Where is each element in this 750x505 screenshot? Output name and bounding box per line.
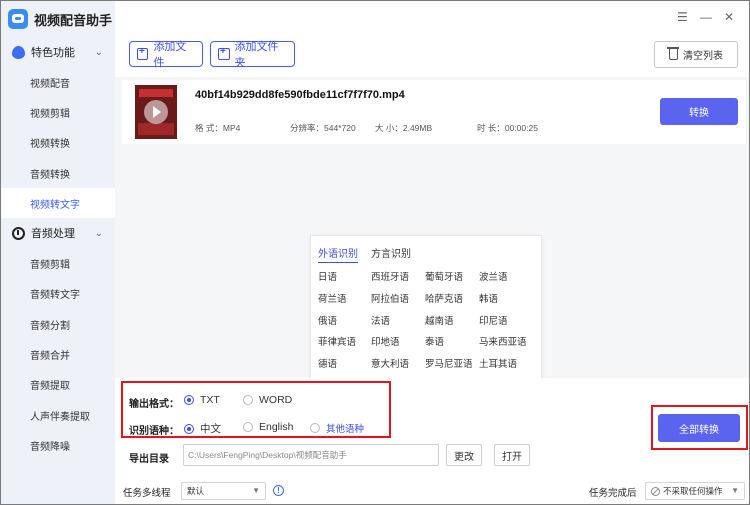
sidebar-item-video-dubbing[interactable]: 视频配音	[1, 67, 115, 97]
sidebar-item-audio-convert[interactable]: 音频转换	[1, 158, 115, 188]
language-option[interactable]: 法语	[371, 313, 390, 327]
file-name: 40bf14b929dd8fe590fbde11cf7f7f70.mp4	[195, 89, 405, 101]
open-dir-button[interactable]: 打开	[494, 444, 530, 466]
language-option[interactable]: 意大利语	[371, 356, 409, 370]
output-format-label: 输出格式：	[129, 399, 179, 410]
nav-group-audio[interactable]: 音频处理 ⌄	[1, 218, 115, 248]
file-format: 格 式：MP4	[195, 123, 241, 133]
add-file-button[interactable]: 添加文件	[129, 41, 203, 69]
export-dir-label: 导出目录	[129, 454, 169, 465]
radio-unchecked-icon	[310, 423, 320, 433]
language-option[interactable]: 印尼语	[479, 313, 508, 327]
radio-label: English	[259, 421, 294, 433]
after-task-label: 任务完成后	[589, 488, 637, 499]
language-option[interactable]: 马来西亚语	[479, 334, 527, 348]
sidebar-item-video-editing[interactable]: 视频剪辑	[1, 97, 115, 127]
nav-group-label: 特色功能	[31, 47, 75, 59]
add-folder-label: 添加文件夹	[234, 41, 279, 69]
add-file-icon	[137, 46, 149, 60]
sidebar: 视频配音助手 特色功能 ⌄ 视频配音 视频剪辑 视频转换 音频转换 视频转文字 …	[1, 1, 115, 504]
language-option[interactable]: 德语	[318, 356, 337, 370]
sidebar-item-audio-editing[interactable]: 音频剪辑	[1, 248, 115, 278]
language-option[interactable]: 韩语	[479, 291, 498, 305]
play-icon	[144, 100, 168, 124]
file-row: 40bf14b929dd8fe590fbde11cf7f7f70.mp4 格 式…	[122, 80, 746, 144]
tab-dialect[interactable]: 方言识别	[371, 245, 411, 262]
chevron-down-icon: ▼	[731, 486, 739, 495]
file-size: 大 小：2.49MB	[375, 123, 433, 133]
after-task-value: 不采取任何操作	[663, 486, 723, 496]
radio-label: TXT	[200, 394, 220, 406]
radio-unchecked-icon	[243, 395, 253, 405]
sidebar-item-audio-to-text[interactable]: 音频转文字	[1, 279, 115, 309]
language-option[interactable]: 菲律宾语	[318, 334, 356, 348]
language-option[interactable]: 泰语	[425, 334, 444, 348]
sidebar-item-video-convert[interactable]: 视频转换	[1, 128, 115, 158]
radio-label: 中文	[200, 423, 221, 435]
export-path-input[interactable]: C:\Users\FengPing\Desktop\视频配音助手	[183, 444, 439, 466]
language-option[interactable]: 日语	[318, 269, 337, 283]
add-file-label: 添加文件	[153, 41, 187, 69]
app-title: 视频配音助手	[34, 12, 113, 28]
sidebar-item-video-to-text[interactable]: 视频转文字	[1, 188, 115, 219]
format-txt-radio[interactable]: TXT	[184, 394, 220, 406]
sidebar-item-audio-denoise[interactable]: 音频降噪	[1, 430, 115, 460]
threads-value: 默认	[187, 486, 205, 496]
threads-select[interactable]: 默认 ▼	[181, 482, 266, 500]
sidebar-item-audio-split[interactable]: 音频分割	[1, 309, 115, 339]
language-option[interactable]: 荷兰语	[318, 291, 347, 305]
info-icon[interactable]: !	[273, 485, 284, 496]
video-thumbnail	[135, 85, 177, 139]
file-resolution: 分辨率：544*720	[290, 123, 356, 133]
nav-group-label: 音频处理	[31, 228, 75, 241]
change-dir-button[interactable]: 更改	[446, 444, 482, 466]
chevron-down-icon: ⌄	[94, 46, 103, 58]
chevron-down-icon: ⌄	[94, 227, 103, 239]
threads-label: 任务多线程	[123, 488, 171, 499]
language-option[interactable]: 哈萨克语	[425, 291, 463, 305]
radio-label: WORD	[259, 394, 293, 406]
language-option[interactable]: 土耳其语	[479, 356, 517, 370]
language-option[interactable]: 越南语	[425, 313, 454, 327]
close-icon[interactable]: ✕	[724, 10, 734, 24]
language-option[interactable]: 葡萄牙语	[425, 269, 463, 283]
convert-button[interactable]: 转换	[660, 98, 738, 125]
sidebar-item-vocal-separation[interactable]: 人声伴奏提取	[1, 400, 115, 430]
radio-checked-icon	[184, 395, 194, 405]
chevron-down-icon: ▼	[252, 486, 260, 495]
convert-all-button[interactable]: 全部转换	[658, 414, 740, 442]
other-languages-label: 其他语种	[326, 424, 365, 435]
menu-icon[interactable]: ☰	[677, 10, 688, 24]
sidebar-item-audio-extract[interactable]: 音频提取	[1, 370, 115, 400]
ban-icon	[651, 486, 660, 496]
clear-list-label: 清空列表	[683, 51, 723, 62]
recognition-language-label: 识别语种：	[129, 426, 179, 437]
after-task-select[interactable]: 不采取任何操作 ▼	[645, 482, 745, 500]
minimize-icon[interactable]: —	[700, 10, 712, 24]
clear-list-button[interactable]: 清空列表	[654, 41, 738, 68]
nav-group-features[interactable]: 特色功能 ⌄	[1, 37, 115, 67]
language-english-radio[interactable]: English	[243, 421, 293, 433]
language-option[interactable]: 罗马尼亚语	[425, 356, 473, 370]
sidebar-item-audio-merge[interactable]: 音频合并	[1, 339, 115, 369]
other-languages-option[interactable]: 其他语种	[310, 421, 364, 435]
language-option[interactable]: 俄语	[318, 313, 337, 327]
app-logo-icon	[8, 9, 28, 29]
add-folder-button[interactable]: 添加文件夹	[210, 41, 295, 69]
language-chinese-radio[interactable]: 中文	[184, 421, 221, 436]
radio-unchecked-icon	[243, 422, 253, 432]
language-option[interactable]: 西班牙语	[371, 269, 409, 283]
format-word-radio[interactable]: WORD	[243, 394, 292, 406]
add-folder-icon	[218, 46, 230, 60]
app-header: 视频配音助手	[1, 1, 115, 37]
language-option[interactable]: 阿拉伯语	[371, 291, 409, 305]
file-duration: 时 长：00:00:25	[477, 123, 538, 133]
tab-foreign-language[interactable]: 外语识别	[318, 245, 358, 263]
language-option[interactable]: 印地语	[371, 334, 400, 348]
flame-icon	[12, 45, 25, 59]
radio-checked-icon	[184, 423, 194, 434]
language-option[interactable]: 波兰语	[479, 269, 508, 283]
trash-icon	[667, 47, 679, 60]
disc-icon	[12, 226, 25, 240]
